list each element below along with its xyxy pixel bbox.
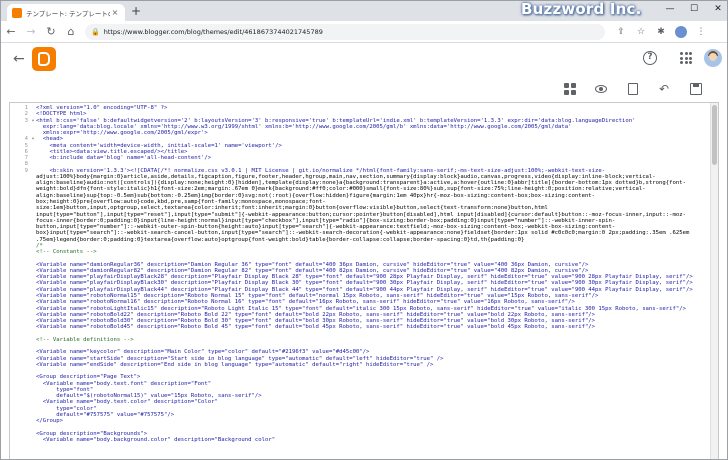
code-editor[interactable]: 1 <?xml version="1.0" encoding="UTF-8" ?>… <box>9 102 719 459</box>
address-bar-row: ← → ↻ ⌂ 🔒 https://www.blogger.com/blog/t… <box>1 21 727 43</box>
back-button[interactable]: ← <box>1 25 21 38</box>
preview-icon[interactable] <box>594 82 608 96</box>
url-bar[interactable]: 🔒 https://www.blogger.com/blog/themes/ed… <box>85 23 605 40</box>
home-button[interactable]: ⌂ <box>61 25 81 38</box>
avatar-face <box>709 53 717 61</box>
blogger-logo-icon[interactable] <box>32 47 56 71</box>
help-icon[interactable]: ? <box>643 51 657 65</box>
new-tab-button[interactable]: + <box>131 5 141 17</box>
blogger-header: ← ? <box>1 43 727 77</box>
blogger-favicon-icon <box>12 7 22 18</box>
browser-tab[interactable]: テンプレート: テンプレートの編集 × <box>7 4 125 21</box>
line-number <box>10 443 30 449</box>
browser-window: テンプレート: テンプレートの編集 × + Buzzword Inc. — ☐ … <box>0 0 728 460</box>
blogger-logo-glyph <box>38 52 50 66</box>
window-controls: — ☐ ✕ <box>665 4 723 14</box>
undo-icon[interactable]: ↶ <box>657 82 671 96</box>
editor-scrollbar[interactable] <box>710 103 718 459</box>
url-text: https://www.blogger.com/blog/themes/edit… <box>103 27 323 36</box>
editor-toolbar: ↶ <box>1 77 727 101</box>
close-window-button[interactable]: ✕ <box>713 4 723 14</box>
forward-button[interactable]: → <box>21 25 41 38</box>
reload-button[interactable]: ↻ <box>41 25 61 38</box>
share-icon[interactable]: ⇪ <box>615 27 627 37</box>
code-line[interactable] <box>10 443 708 449</box>
tab-bar: テンプレート: テンプレートの編集 × + Buzzword Inc. — ☐ … <box>1 0 727 21</box>
back-arrow-icon[interactable]: ← <box>13 51 25 67</box>
star-icon[interactable]: ☆ <box>635 27 647 37</box>
menu-icon[interactable]: ⋮ <box>695 27 707 37</box>
code-lines: 1 <?xml version="1.0" encoding="UTF-8" ?>… <box>10 105 708 450</box>
extensions-icon[interactable]: ✱ <box>655 27 667 37</box>
profile-icon[interactable] <box>675 25 687 38</box>
editor-scroll-thumb[interactable] <box>712 105 717 165</box>
tab-close-icon[interactable]: × <box>110 8 120 17</box>
minimize-button[interactable]: — <box>665 4 675 14</box>
save-icon[interactable] <box>689 82 703 96</box>
brand-overlay: Buzzword Inc. <box>521 0 642 18</box>
restore-icon[interactable] <box>626 82 640 96</box>
avatar[interactable] <box>704 49 722 67</box>
layout-icon[interactable] <box>563 82 577 96</box>
apps-grid-icon[interactable] <box>680 52 692 64</box>
maximize-button[interactable]: ☐ <box>689 4 699 14</box>
tab-title: テンプレート: テンプレートの編集 <box>26 9 110 18</box>
browser-toolbar-icons: ⇪ ☆ ✱ ⋮ <box>615 25 707 38</box>
lock-icon[interactable]: 🔒 <box>91 28 100 36</box>
